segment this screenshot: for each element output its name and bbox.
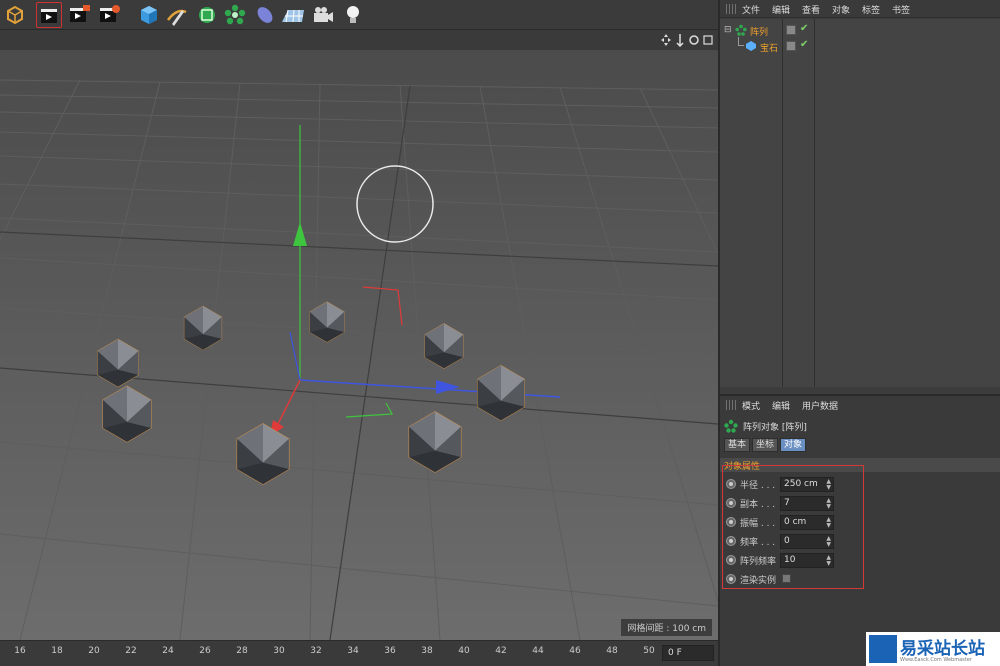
tab-object[interactable]: 对象 [780, 438, 807, 452]
object-row-array[interactable]: ⊟ 阵列 ✔ [720, 22, 1000, 38]
object-name: 阵列 [750, 28, 769, 38]
menu-file[interactable]: 文件 [742, 3, 760, 16]
3d-viewport[interactable]: 网格间距 : 100 cm [0, 30, 718, 640]
grip-icon[interactable] [726, 4, 736, 14]
main-toolbar [0, 0, 718, 30]
viewport-header [0, 30, 718, 50]
layer-icon[interactable] [786, 25, 796, 35]
object-list: ⊟ 阵列 ✔ 宝石 ✔ [720, 19, 1000, 387]
render-view-icon[interactable] [36, 2, 62, 28]
timeline-tick: 24 [162, 646, 174, 656]
tab-coord[interactable]: 坐标 [752, 438, 779, 452]
timeline-tick: 28 [236, 646, 248, 656]
floor-icon[interactable] [280, 2, 306, 28]
cube-icon[interactable] [136, 2, 162, 28]
scene-canvas[interactable] [0, 50, 718, 640]
zoom-view-icon[interactable] [674, 33, 686, 47]
maximize-view-icon[interactable] [702, 33, 714, 47]
viewport-navigation [660, 33, 714, 47]
menu-user-data[interactable]: 用户数据 [802, 399, 838, 412]
object-manager-menu: 文件 编辑 查看 对象 标签 书签 [720, 0, 1000, 18]
timeline-tick: 30 [273, 646, 285, 656]
move-view-icon[interactable] [660, 33, 672, 47]
array-icon[interactable] [222, 2, 248, 28]
collapse-icon[interactable]: ⊟ [724, 25, 732, 35]
timeline-tick: 32 [310, 646, 322, 656]
grip-icon[interactable] [726, 400, 736, 410]
attribute-manager: 模式 编辑 用户数据 阵列对象 [阵列] 基本 坐标 对象 对象属性 半径 . … [720, 394, 1000, 666]
timeline-tick: 22 [125, 646, 137, 656]
timeline-tick: 34 [347, 646, 359, 656]
attribute-manager-menu: 模式 编辑 用户数据 [720, 396, 1000, 414]
enabled-check-icon[interactable]: ✔ [800, 23, 808, 34]
timeline-tick: 18 [51, 646, 63, 656]
menu-bookmark[interactable]: 书签 [892, 3, 910, 16]
tree-line [738, 37, 744, 46]
timeline-tick: 20 [88, 646, 100, 656]
timeline-tick: 48 [606, 646, 618, 656]
watermark-logo-icon [869, 635, 897, 663]
undo-cube-icon[interactable] [2, 2, 28, 28]
menu-view[interactable]: 查看 [802, 3, 820, 16]
subdivision-icon[interactable] [194, 2, 220, 28]
attribute-title: 阵列对象 [阵列] [724, 418, 807, 434]
object-row-gem[interactable]: 宝石 ✔ [720, 37, 1000, 54]
timeline-tick: 36 [384, 646, 396, 656]
menu-mode[interactable]: 模式 [742, 399, 760, 412]
pen-icon[interactable] [164, 2, 190, 28]
menu-tag[interactable]: 标签 [862, 3, 880, 16]
light-icon[interactable] [340, 2, 366, 28]
object-name: 宝石 [760, 44, 779, 54]
watermark-sub: Www.Easck.Com Webmaster [900, 657, 972, 663]
timeline-tick: 42 [495, 646, 507, 656]
attribute-title-text: 阵列对象 [阵列] [743, 422, 807, 433]
rotate-view-icon[interactable] [688, 33, 700, 47]
array-icon [724, 419, 738, 433]
timeline-tick: 40 [458, 646, 470, 656]
grid-spacing-label: 网格间距 : 100 cm [621, 619, 712, 636]
timeline-tick: 44 [532, 646, 544, 656]
tab-basic[interactable]: 基本 [724, 438, 751, 452]
menu-object[interactable]: 对象 [832, 3, 850, 16]
menu-edit[interactable]: 编辑 [772, 3, 790, 16]
deformer-icon[interactable] [252, 2, 278, 28]
render-settings-icon[interactable] [96, 2, 122, 28]
render-picture-icon[interactable] [66, 2, 92, 28]
gem-icon [746, 41, 756, 51]
timeline-tick: 16 [14, 646, 26, 656]
watermark-logo: 易采站长站 Www.Easck.Com Webmaster [866, 632, 1000, 666]
attribute-tabs: 基本 坐标 对象 [724, 438, 807, 452]
timeline-tick: 38 [421, 646, 433, 656]
current-frame-field[interactable]: 0 F [662, 645, 714, 661]
camera-icon[interactable] [310, 2, 336, 28]
enabled-check-icon[interactable]: ✔ [800, 39, 808, 50]
timeline-ruler[interactable]: 16 18 20 22 24 26 28 30 32 34 36 38 40 4… [0, 640, 718, 666]
timeline-tick: 26 [199, 646, 211, 656]
timeline-tick: 46 [569, 646, 581, 656]
right-panel: 文件 编辑 查看 对象 标签 书签 ⊟ 阵列 ✔ 宝石 ✔ 模式 编辑 用户数据… [718, 0, 1000, 666]
menu-edit[interactable]: 编辑 [772, 399, 790, 412]
layer-icon[interactable] [786, 41, 796, 51]
array-icon [735, 24, 747, 36]
watermark-text: 易采站长站 [900, 639, 985, 659]
highlight-annotation [722, 465, 864, 589]
timeline-tick: 50 [643, 646, 655, 656]
